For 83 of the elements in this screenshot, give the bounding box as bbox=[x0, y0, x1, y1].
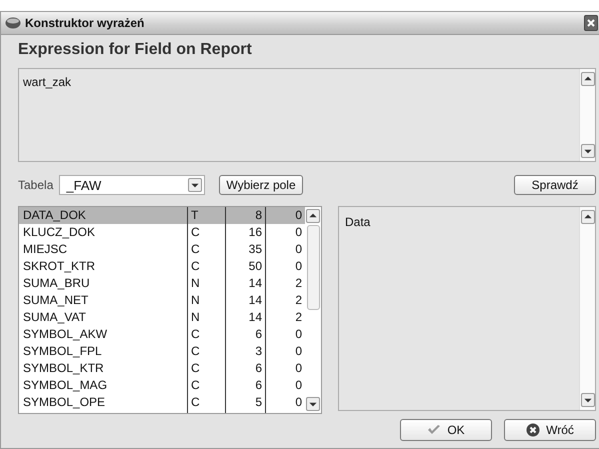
field-decimals: 0 bbox=[265, 241, 305, 258]
field-name: SKROT_KTR bbox=[22, 258, 96, 275]
app-icon bbox=[5, 17, 21, 29]
field-name: SYMBOL_KTR bbox=[22, 360, 105, 377]
field-length: 35 bbox=[225, 241, 265, 258]
field-length: 3 bbox=[225, 343, 265, 360]
field-name: SYMBOL_FPL bbox=[22, 343, 103, 360]
field-name: KLUCZ_DOK bbox=[22, 224, 96, 241]
field-decimals: 2 bbox=[265, 309, 305, 326]
pick-field-button[interactable]: Wybierz pole bbox=[219, 175, 303, 195]
field-row[interactable]: DATA_DOK T 8 0 bbox=[19, 207, 305, 224]
table-dropdown[interactable]: _FAW bbox=[59, 175, 206, 195]
field-name: SYMBOL_AKW bbox=[22, 326, 108, 343]
field-decimals: 0 bbox=[265, 258, 305, 275]
field-decimals: 2 bbox=[265, 275, 305, 292]
field-decimals: 0 bbox=[265, 394, 305, 411]
scrollbar-thumb[interactable] bbox=[306, 225, 320, 310]
field-type: C bbox=[187, 377, 225, 394]
field-length: 14 bbox=[225, 275, 265, 292]
field-type: T bbox=[187, 207, 225, 224]
close-icon bbox=[587, 19, 595, 27]
window-title: Konstruktor wyrażeń bbox=[25, 16, 146, 30]
dialog-heading: Expression for Field on Report bbox=[18, 41, 253, 60]
field-name: SUMA_BRU bbox=[22, 275, 91, 292]
scroll-up-button[interactable] bbox=[306, 209, 320, 223]
field-type: N bbox=[187, 275, 225, 292]
scroll-down-button[interactable] bbox=[580, 393, 594, 407]
field-length: 14 bbox=[225, 309, 265, 326]
field-row[interactable]: MIEJSC C 35 0 bbox=[19, 241, 305, 258]
field-row[interactable]: SUMA_NET N 14 2 bbox=[19, 292, 305, 309]
scroll-down-button[interactable] bbox=[306, 397, 320, 411]
field-length: 6 bbox=[225, 377, 265, 394]
field-length: 16 bbox=[225, 224, 265, 241]
field-decimals: 0 bbox=[265, 207, 305, 224]
field-row[interactable]: SYMBOL_FPL C 3 0 bbox=[19, 343, 305, 360]
field-type: N bbox=[187, 309, 225, 326]
close-icon bbox=[526, 423, 540, 437]
expression-field[interactable]: wart_zak bbox=[18, 68, 596, 162]
field-row[interactable]: SYMBOL_MAG C 6 0 bbox=[19, 377, 305, 394]
field-row[interactable]: SYMBOL_KTR C 6 0 bbox=[19, 360, 305, 377]
scroll-up-button[interactable] bbox=[580, 72, 594, 86]
field-type: C bbox=[187, 258, 225, 275]
field-type: C bbox=[187, 241, 225, 258]
ok-button[interactable]: OK bbox=[400, 419, 492, 441]
field-row[interactable]: SKROT_KTR C 50 0 bbox=[19, 258, 305, 275]
check-button[interactable]: Sprawdź bbox=[514, 175, 596, 195]
field-decimals: 0 bbox=[265, 377, 305, 394]
field-length: 6 bbox=[225, 360, 265, 377]
field-type: C bbox=[187, 326, 225, 343]
table-label: Tabela bbox=[18, 178, 54, 192]
field-length: 6 bbox=[225, 326, 265, 343]
field-type: C bbox=[187, 224, 225, 241]
field-row[interactable]: SUMA_VAT N 14 2 bbox=[19, 309, 305, 326]
field-name: SUMA_VAT bbox=[22, 309, 87, 326]
field-decimals: 0 bbox=[265, 360, 305, 377]
field-description: Data bbox=[344, 214, 372, 231]
close-button[interactable] bbox=[584, 15, 598, 31]
field-type: N bbox=[187, 292, 225, 309]
field-length: 50 bbox=[225, 258, 265, 275]
field-length: 14 bbox=[225, 292, 265, 309]
field-type: C bbox=[187, 394, 225, 411]
scroll-up-button[interactable] bbox=[580, 210, 594, 224]
field-name: SUMA_NET bbox=[22, 292, 90, 309]
field-decimals: 2 bbox=[265, 292, 305, 309]
field-row[interactable]: KLUCZ_DOK C 16 0 bbox=[19, 224, 305, 241]
field-length: 8 bbox=[225, 207, 265, 224]
field-decimals: 0 bbox=[265, 326, 305, 343]
field-row[interactable]: SYMBOL_OPE C 5 0 bbox=[19, 394, 305, 411]
field-name: MIEJSC bbox=[22, 241, 68, 258]
checkmark-icon bbox=[427, 423, 442, 437]
back-button[interactable]: Wróć bbox=[504, 419, 596, 441]
field-type: C bbox=[187, 360, 225, 377]
field-decimals: 0 bbox=[265, 343, 305, 360]
field-name: DATA_DOK bbox=[22, 207, 87, 224]
field-decimals: 0 bbox=[265, 224, 305, 241]
dropdown-icon bbox=[188, 178, 202, 192]
field-row[interactable]: SYMBOL_AKW C 6 0 bbox=[19, 326, 305, 343]
field-type: C bbox=[187, 343, 225, 360]
field-row[interactable]: SUMA_BRU N 14 2 bbox=[19, 275, 305, 292]
field-name: SYMBOL_MAG bbox=[22, 377, 108, 394]
scroll-down-button[interactable] bbox=[580, 144, 594, 158]
field-name: SYMBOL_OPE bbox=[22, 394, 106, 411]
field-length: 5 bbox=[225, 394, 265, 411]
